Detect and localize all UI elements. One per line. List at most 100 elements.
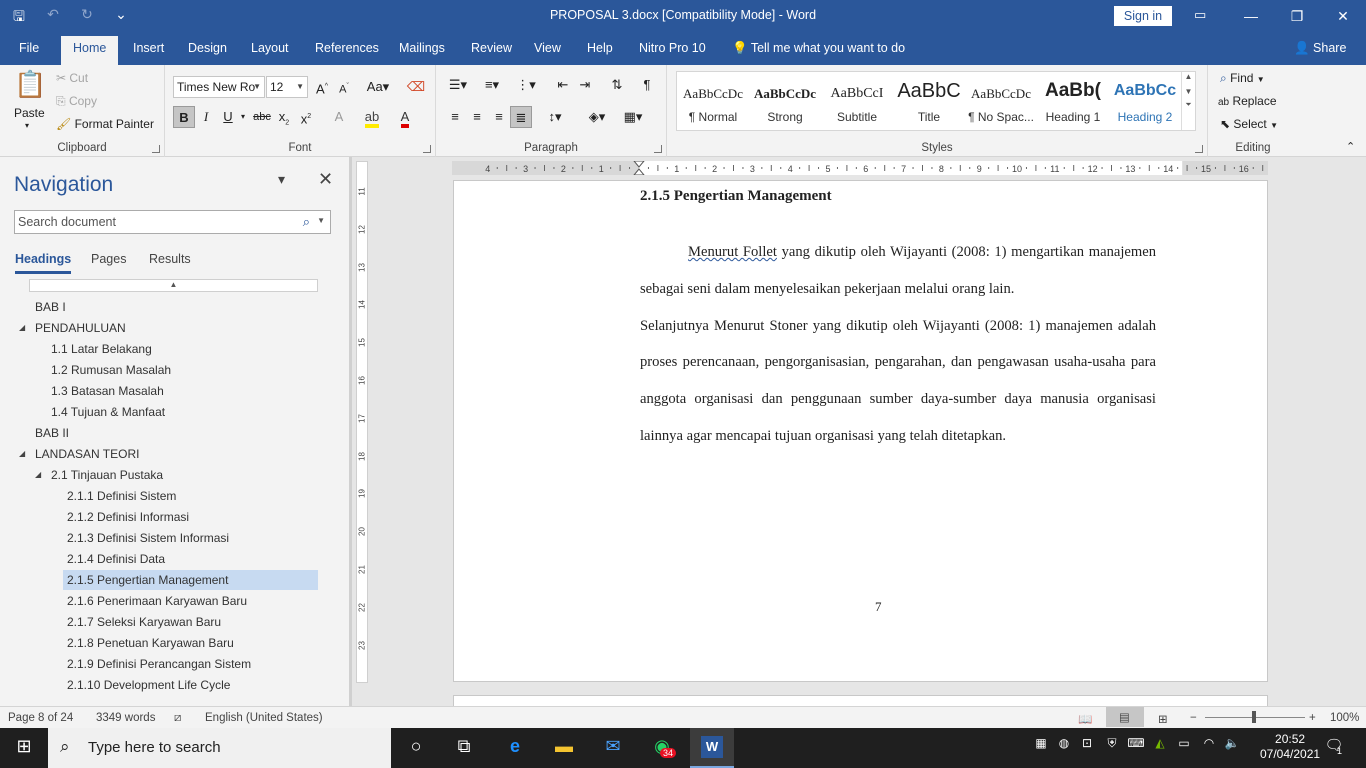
volume-icon[interactable]: 🔈 <box>1216 736 1248 760</box>
nav-heading-item[interactable]: 2.1.3 Definisi Sistem Informasi <box>63 528 318 548</box>
tab-insert[interactable]: Insert <box>133 41 164 55</box>
nav-heading-item[interactable]: 1.3 Batasan Masalah <box>47 381 318 401</box>
style-heading-1[interactable]: AaBb(Heading 1 <box>1037 72 1109 130</box>
tab-design[interactable]: Design <box>188 41 227 55</box>
edge-icon[interactable]: e <box>499 736 531 760</box>
tab-layout[interactable]: Layout <box>251 41 289 55</box>
nav-heading-item[interactable]: 2.1.4 Definisi Data <box>63 549 318 569</box>
paste-dropdown-icon[interactable]: ▾ <box>25 121 29 130</box>
more-styles-icon[interactable]: ⏷ <box>1182 100 1195 110</box>
read-mode-icon[interactable]: 📖 <box>1078 712 1092 726</box>
proofing-icon[interactable]: ⧄ <box>174 712 181 725</box>
nav-heading-item[interactable]: 2.1 Tinjauan Pustaka <box>47 465 318 485</box>
web-layout-icon[interactable]: ⊞ <box>1158 712 1168 726</box>
shading-icon[interactable]: ◈▾ <box>582 106 612 128</box>
justify-icon[interactable]: ≣ <box>510 106 532 128</box>
tab-help[interactable]: Help <box>587 41 613 55</box>
font-size-box[interactable]: 12 ▼ <box>266 76 308 98</box>
shrink-font-icon[interactable]: Aˇ <box>333 76 355 98</box>
styles-launcher-icon[interactable] <box>1195 145 1203 153</box>
multilevel-list-icon[interactable]: ⋮▾ <box>512 74 540 96</box>
subscript-button[interactable]: x2 <box>273 106 295 128</box>
word-count[interactable]: 3349 words <box>96 712 155 724</box>
print-layout-icon[interactable]: ▤ <box>1106 707 1144 727</box>
styles-scroll[interactable]: ▲ ▼ ⏷ <box>1181 72 1195 130</box>
windows-start-icon[interactable]: ⊞ <box>8 736 40 760</box>
tab-home[interactable]: Home <box>61 36 119 65</box>
grow-font-icon[interactable]: A^ <box>311 76 333 98</box>
nav-heading-item[interactable]: 2.1.2 Definisi Informasi <box>63 507 318 527</box>
increase-indent-icon[interactable]: ⇥ <box>574 74 596 96</box>
nav-heading-item[interactable]: 2.1.6 Penerimaan Karyawan Baru <box>63 591 318 611</box>
tab-results[interactable]: Results <box>149 252 191 266</box>
tab-mailings[interactable]: Mailings <box>399 41 445 55</box>
paragraph-launcher-icon[interactable] <box>654 145 662 153</box>
zoom-in-icon[interactable]: + <box>1309 712 1316 724</box>
body-paragraph[interactable]: Menurut Follet yang dikutip oleh Wijayan… <box>640 234 1156 455</box>
nav-heading-item[interactable]: BAB II <box>31 423 318 443</box>
nav-heading-item[interactable]: 2.1.7 Seleksi Karyawan Baru <box>63 612 318 632</box>
close-icon[interactable]: ✕ <box>1320 0 1366 32</box>
task-view-icon[interactable]: ⧉ <box>448 736 480 760</box>
tab-view[interactable]: View <box>534 41 561 55</box>
line-spacing-icon[interactable]: ↕▾ <box>540 106 570 128</box>
tab-file[interactable]: File <box>19 41 39 55</box>
expand-triangle-icon[interactable]: ◢ <box>35 465 41 485</box>
share-button[interactable]: 👤 Share <box>1294 41 1346 56</box>
word-taskbar-icon[interactable]: W <box>690 728 734 768</box>
collapse-ribbon-icon[interactable]: ⌃ <box>1346 140 1355 153</box>
nav-heading-item[interactable]: 2.1.5 Pengertian Management <box>63 570 318 590</box>
sort-icon[interactable]: ⇅ <box>606 74 628 96</box>
nav-heading-item[interactable]: LANDASAN TEORI <box>31 444 318 464</box>
align-center-icon[interactable]: ≡ <box>466 106 488 128</box>
language[interactable]: English (United States) <box>205 712 323 724</box>
style-no-spacing[interactable]: AaBbCcDc ¶ No Spac... <box>965 72 1037 130</box>
expand-triangle-icon[interactable]: ◢ <box>19 318 25 338</box>
paste-button[interactable]: Paste <box>14 106 45 120</box>
ribbon-display-options-icon[interactable]: ▭ <box>1194 7 1206 23</box>
nav-heading-item[interactable]: BAB I <box>31 297 318 317</box>
cortana-icon[interactable]: ○ <box>400 736 432 760</box>
nav-heading-item[interactable]: 2.1.8 Penetuan Karyawan Baru <box>63 633 318 653</box>
chevron-down-icon[interactable]: ▼ <box>1182 87 1195 96</box>
page-next[interactable] <box>453 695 1268 706</box>
numbering-icon[interactable]: ≡▾ <box>478 74 506 96</box>
strikethrough-button[interactable]: abc <box>251 106 273 128</box>
tab-nitro[interactable]: Nitro Pro 10 <box>639 41 706 55</box>
italic-button[interactable]: I <box>195 106 217 128</box>
taskbar-search[interactable]: ⌕ Type here to search <box>48 728 391 768</box>
tab-pages[interactable]: Pages <box>91 252 126 266</box>
format-painter-button[interactable]: 🖌 Format Painter <box>56 117 154 131</box>
restore-icon[interactable]: ❐ <box>1274 0 1320 32</box>
style-subtitle[interactable]: AaBbCcI Subtitle <box>821 72 893 130</box>
nav-heading-item[interactable]: PENDAHULUAN <box>31 318 318 338</box>
search-document-input[interactable]: Search document ⌕ ▼ <box>14 210 331 234</box>
superscript-button[interactable]: x2 <box>295 106 317 128</box>
nav-heading-item[interactable]: 1.2 Rumusan Masalah <box>47 360 318 380</box>
nav-heading-item[interactable]: 2.1.9 Definisi Perancangan Sistem <box>63 654 318 674</box>
expand-triangle-icon[interactable]: ◢ <box>19 444 25 464</box>
mail-icon[interactable]: ✉ <box>597 736 629 760</box>
nav-heading-item[interactable]: 1.4 Tujuan & Manfaat <box>47 402 318 422</box>
font-color-icon[interactable]: A <box>394 106 416 128</box>
page[interactable]: 2.1.5 Pengertian Management Menurut Foll… <box>453 180 1268 682</box>
tab-review[interactable]: Review <box>471 41 512 55</box>
select-button[interactable]: ⬉ Select ▼ <box>1220 117 1278 131</box>
tab-headings[interactable]: Headings <box>15 252 72 274</box>
page-count[interactable]: Page 8 of 24 <box>8 712 73 724</box>
decrease-indent-icon[interactable]: ⇤ <box>552 74 574 96</box>
show-marks-icon[interactable]: ¶ <box>636 74 658 96</box>
tell-me-box[interactable]: 💡 Tell me what you want to do <box>732 41 905 56</box>
zoom-out-icon[interactable]: − <box>1190 712 1197 724</box>
zoom-slider-thumb[interactable] <box>1252 711 1256 723</box>
style-strong[interactable]: AaBbCcDc Strong <box>749 72 821 130</box>
copy-button[interactable]: ⎘ Copy <box>56 94 97 109</box>
style-heading-2[interactable]: AaBbCc Heading 2 <box>1109 72 1181 130</box>
tab-references[interactable]: References <box>315 41 379 55</box>
align-right-icon[interactable]: ≡ <box>488 106 510 128</box>
chevron-down-icon[interactable]: ▼ <box>317 216 325 225</box>
font-launcher-icon[interactable] <box>423 145 431 153</box>
underline-button[interactable]: U <box>217 106 239 128</box>
font-name-box[interactable]: Times New Ro ▼ <box>173 76 265 98</box>
highlight-icon[interactable]: ab <box>361 106 383 128</box>
